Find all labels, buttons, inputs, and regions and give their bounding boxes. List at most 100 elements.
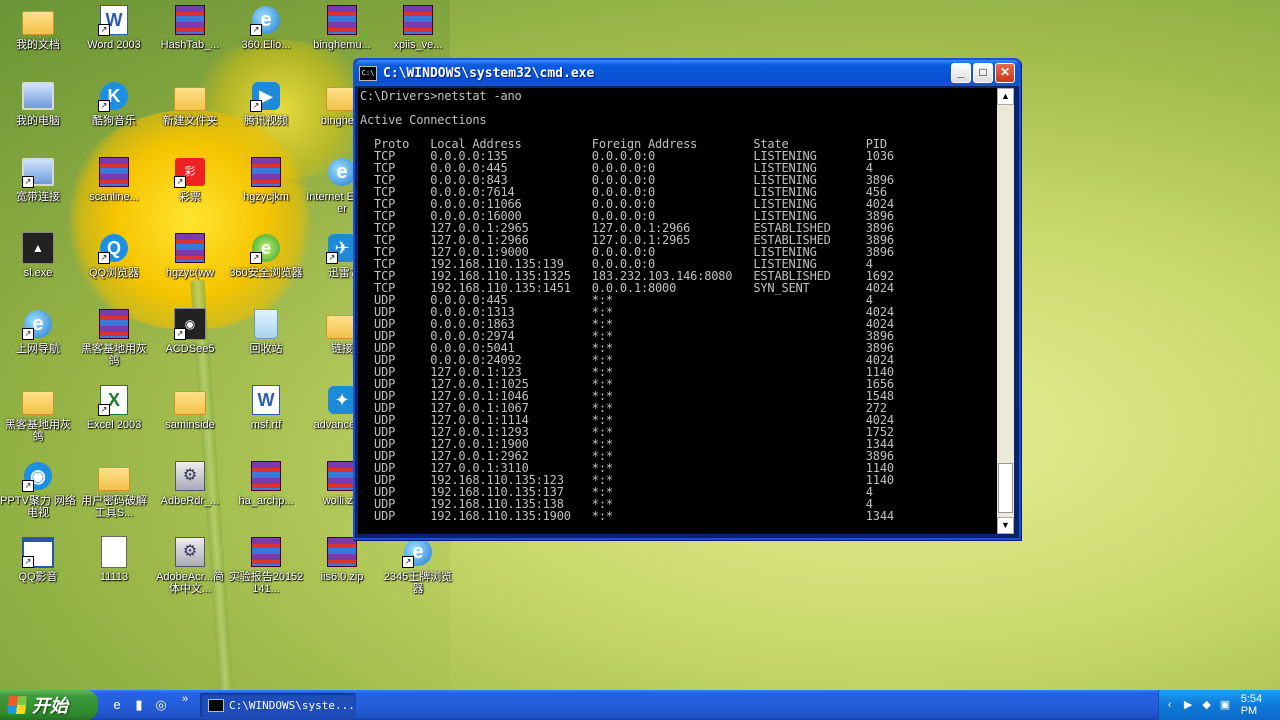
shortcut-arrow-icon: ↗ [22, 328, 34, 340]
desktop-icon-label: 360安全浏览器 [229, 267, 303, 279]
shortcut-arrow-icon: ↗ [174, 328, 186, 340]
cmd-titlebar[interactable]: C:\ C:\WINDOWS\system32\cmd.exe _ □ ✕ [355, 60, 1019, 86]
shortcut-arrow-icon: ↗ [98, 252, 110, 264]
ie-icon: e ↗ [22, 308, 54, 340]
console-area[interactable]: C:\Drivers>netstat -ano Active Connectio… [358, 88, 1014, 534]
desktop-icon-label: Word 2003 [87, 39, 141, 51]
desktop-icon[interactable]: ⚙ AdobeAcr...简体中文... [152, 536, 228, 595]
desktop-icon-label: 宽带连接 [16, 191, 60, 203]
desktop-icon[interactable]: Wmsf.rtf [228, 384, 304, 431]
desktop-icon[interactable]: Q ↗ QQ浏览器 [76, 232, 152, 279]
desktop-icon[interactable]: iis6.0.zip [304, 536, 380, 583]
window-icon: ↗ [22, 536, 54, 568]
shortcut-arrow-icon: ↗ [98, 100, 110, 112]
desktop-icon-label: 黑客基地用灰鸽 [5, 419, 71, 443]
tray-media-icon[interactable]: ▶ [1181, 698, 1194, 712]
desktop-icon[interactable]: 我的电脑 [0, 80, 76, 127]
shortcut-arrow-icon: ↗ [98, 24, 110, 36]
desktop-icon[interactable]: e ↗ 360安全浏览器 [228, 232, 304, 279]
desktop-icon[interactable]: ◉ ↗ ACDSee5 [152, 308, 228, 355]
desktop-icon[interactable]: ↗ QQ影音 [0, 536, 76, 583]
desktop-icon-label: HashTab_... [160, 39, 220, 51]
wallpaper-flower [60, 110, 320, 330]
desktop-icon[interactable]: ha_archp... [228, 460, 304, 507]
desktop-icon-label: 用户密码破解工具S... [81, 495, 147, 519]
cmd-window[interactable]: C:\ C:\WINDOWS\system32\cmd.exe _ □ ✕ C:… [353, 58, 1021, 540]
desktop-icon[interactable]: e ↗ 360.Ello... [228, 4, 304, 51]
desktop-icon-label: 实验报告20152141... [228, 571, 304, 595]
close-button[interactable]: ✕ [995, 63, 1015, 83]
desktop-icon[interactable]: scanline... [76, 156, 152, 203]
quicklaunch-app-icon[interactable]: ▮ [130, 696, 148, 714]
shortcut-arrow-icon: ↗ [22, 176, 34, 188]
desktop-icon[interactable]: ◉ ↗ PPTV聚力 网络电视 [0, 460, 76, 519]
desktop-icon[interactable]: HashTab_... [152, 4, 228, 51]
desktop-icon-label: 新建文件夹 [162, 115, 218, 127]
desktop-icon[interactable]: ↗ 宽带连接 [0, 156, 76, 203]
desktop-icon[interactable]: 11113 [76, 536, 152, 583]
vertical-scrollbar[interactable]: ▲ ▼ [997, 88, 1014, 534]
taskbar-cmd-button[interactable]: C:\WINDOWS\syste... [200, 693, 356, 717]
desktop-icon-label: scanline... [89, 191, 139, 203]
desktop-icon[interactable]: ⚙ AdbeRdr_... [152, 460, 228, 507]
system-tray: ‹ ▶ ◆ ▣ 5:54 PM [1158, 690, 1280, 720]
desktop-icon[interactable]: xpiis_ve... [380, 4, 456, 51]
desktop-icon[interactable]: hgzyc(ww [152, 232, 228, 279]
maximize-button[interactable]: □ [973, 63, 993, 83]
start-label: 开始 [32, 696, 68, 716]
shortcut-arrow-icon: ↗ [250, 100, 262, 112]
desktop-icon[interactable]: X ↗ Excel 2003 [76, 384, 152, 431]
desktop-icon[interactable]: binghemu... [304, 4, 380, 51]
setup-icon: ⚙ [174, 536, 206, 568]
desktop-icon-label: sl.exe [23, 267, 53, 279]
desktop-icon[interactable]: 用户密码破解工具S... [76, 460, 152, 519]
quicklaunch-ie-icon[interactable]: e [108, 696, 126, 714]
computer-icon [22, 80, 54, 112]
quicklaunch-more-icon[interactable]: » [176, 690, 194, 708]
console-icon: C:\ [359, 65, 377, 81]
desktop-icon[interactable]: 我的文档 [0, 4, 76, 51]
archive-icon [250, 460, 282, 492]
desktop-icon-label: 彩票 [179, 191, 201, 203]
desktop-icon-label: 腾讯视频 [244, 115, 288, 127]
desktop-icon[interactable]: 黑客基地用灰鸽 [76, 308, 152, 367]
desktop-icon[interactable]: K ↗ 酷狗音乐 [76, 80, 152, 127]
cmd-window-title: C:\WINDOWS\system32\cmd.exe [383, 65, 595, 81]
desktop-icon[interactable]: e ↗ 上网导航 [0, 308, 76, 355]
lottery-icon: 彩 ↗ [174, 156, 206, 188]
scroll-thumb[interactable] [998, 463, 1013, 513]
scroll-up-arrow-icon[interactable]: ▲ [997, 88, 1014, 105]
clock[interactable]: 5:54 PM [1241, 693, 1280, 717]
archive-icon [98, 308, 130, 340]
desktop-icon[interactable]: e ↗ 2345王牌浏览器 [380, 536, 456, 595]
console-output: C:\Drivers>netstat -ano Active Connectio… [360, 89, 894, 523]
desktop-icon[interactable]: 新建文件夹 [152, 80, 228, 127]
start-button[interactable]: 开始 [0, 690, 98, 720]
desktop-icon[interactable]: saminside [152, 384, 228, 431]
desktop-icon-label: msf.rtf [250, 419, 282, 431]
tray-expand-icon[interactable]: ‹ [1163, 698, 1176, 712]
document-icon: W [250, 384, 282, 416]
desktop-icon-label: 2345王牌浏览器 [383, 571, 453, 595]
scroll-down-arrow-icon[interactable]: ▼ [997, 517, 1014, 534]
desktop-icon-label: 上网导航 [16, 343, 60, 355]
desktop-icon[interactable]: 实验报告20152141... [228, 536, 304, 595]
desktop-icon[interactable]: ▶ ↗ 腾讯视频 [228, 80, 304, 127]
desktop-icon[interactable]: W ↗ Word 2003 [76, 4, 152, 51]
desktop-icon[interactable]: 彩 ↗ 彩票 [152, 156, 228, 203]
quicklaunch-browser-icon[interactable]: ◎ [152, 696, 170, 714]
desktop-icon[interactable]: ▲ sl.exe [0, 232, 76, 279]
desktop-icon[interactable]: 黑客基地用灰鸽 [0, 384, 76, 443]
desktop-icon-label: QQ浏览器 [88, 267, 140, 279]
desktop-icon[interactable]: hgzycjkm [228, 156, 304, 203]
tray-network-icon[interactable]: ◆ [1200, 698, 1213, 712]
text-file-icon [98, 536, 130, 568]
browser-360-icon: e ↗ [250, 232, 282, 264]
desktop-icon[interactable]: 回收站 [228, 308, 304, 355]
desktop-icon-label: QQ影音 [18, 571, 58, 583]
archive-icon [326, 4, 358, 36]
desktop-icon-label: xpiis_ve... [393, 39, 443, 51]
minimize-button[interactable]: _ [951, 63, 971, 83]
tray-vm-icon[interactable]: ▣ [1218, 698, 1231, 712]
archive-icon [174, 232, 206, 264]
